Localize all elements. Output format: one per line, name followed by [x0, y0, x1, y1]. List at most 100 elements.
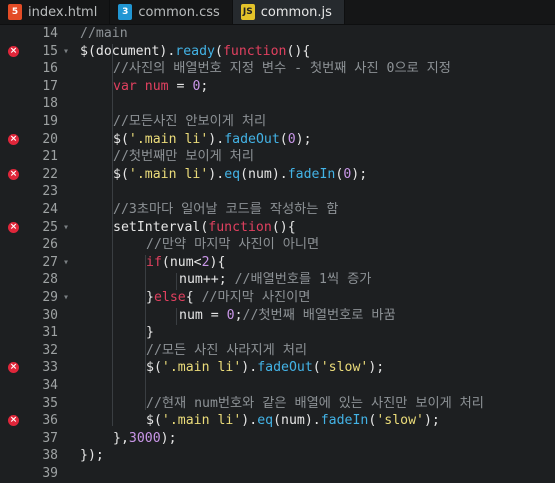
line-number: 38	[42, 448, 58, 464]
code-line[interactable]: 18	[0, 95, 555, 113]
code-token: //첫번째만 보이게 처리	[113, 149, 254, 165]
code-token: function	[222, 43, 287, 59]
code-token: //첫번째 배열번호로 바꿈	[242, 307, 396, 323]
code-token: (){	[271, 219, 296, 235]
fold-chevron-icon[interactable]: ▾	[63, 254, 69, 272]
code-token: //사진의 배열번호 지정 변수 - 첫번째 사진 0으로 지정	[113, 61, 451, 77]
code-token: {	[185, 290, 202, 305]
code-token: (num).	[273, 413, 321, 429]
code-token: ).	[208, 166, 225, 182]
code-line[interactable]: 34	[0, 377, 555, 395]
code-line[interactable]: × 25 ▾ setInterval(function(){	[0, 219, 555, 237]
code-text: $(document).ready(function(){	[80, 43, 310, 61]
fold-chevron-icon[interactable]: ▾	[63, 219, 69, 237]
tab-bar: 5 index.html 3 common.css JS common.js	[0, 0, 555, 25]
code-text: if(num<2){	[146, 254, 225, 272]
error-icon[interactable]: ×	[8, 362, 19, 374]
code-line[interactable]: 26 //만약 마지막 사진이 아니면	[0, 236, 555, 254]
code-token: $(	[146, 360, 162, 376]
code-token: (	[312, 360, 321, 376]
tab-label: common.js	[260, 4, 332, 20]
code-line[interactable]: 35 //현재 num번호와 같은 배열에 있는 사진만 보이게 처리	[0, 395, 555, 413]
line-number: 34	[42, 378, 58, 393]
code-token: $(	[113, 131, 129, 147]
tab-label: common.css	[138, 4, 220, 20]
code-token: 0	[226, 307, 235, 323]
code-token: fadeOut	[257, 360, 313, 376]
code-text: //모든사진 안보이게 처리	[113, 113, 266, 131]
tab-common-css[interactable]: 3 common.css	[110, 0, 233, 24]
code-token: //마지막 사진이면	[201, 290, 311, 305]
code-token: //만약 마지막 사진이 아니면	[146, 237, 320, 253]
code-line[interactable]: 38});	[0, 447, 555, 465]
code-text: }	[146, 324, 154, 342]
code-token: );	[423, 413, 440, 429]
code-token: (num).	[240, 166, 288, 182]
code-token: 2	[201, 254, 210, 270]
fold-chevron-icon[interactable]: ▾	[63, 43, 69, 61]
code-token: }	[146, 325, 154, 341]
code-token: setInterval(	[113, 219, 209, 235]
code-token: ){	[209, 254, 226, 270]
code-token: //3초마다 일어날 코드를 작성하는 함	[113, 202, 339, 217]
code-line[interactable]: 24 //3초마다 일어날 코드를 작성하는 함	[0, 201, 555, 219]
error-icon[interactable]: ×	[8, 45, 19, 57]
code-editor[interactable]: 14//main × 15 ▾ $(document).ready(function()…	[0, 25, 555, 481]
code-token: (	[279, 131, 288, 147]
code-line[interactable]: 23	[0, 183, 555, 201]
code-token: );	[295, 131, 312, 147]
code-line[interactable]: 30 num = 0;//첫번째 배열번호로 바꿈	[0, 307, 555, 325]
line-number: 29	[42, 290, 58, 305]
code-line[interactable]: × 33 $('.main li').fadeOut('slow');	[0, 359, 555, 377]
code-token: 'slow'	[320, 360, 369, 376]
error-icon[interactable]: ×	[8, 415, 19, 427]
code-line[interactable]: 37},3000);	[0, 430, 555, 448]
code-line[interactable]: 31}	[0, 324, 555, 342]
code-token: 0	[287, 131, 296, 147]
error-icon[interactable]: ×	[8, 168, 19, 180]
code-line[interactable]: 16 //사진의 배열번호 지정 변수 - 첫번째 사진 0으로 지정	[0, 60, 555, 78]
code-line[interactable]: 28 num++; //배열번호를 1씩 증가	[0, 271, 555, 289]
html-file-icon: 5	[8, 4, 22, 20]
code-line[interactable]: 39	[0, 465, 555, 483]
code-line[interactable]: × 36 $('.main li').eq(num).fadeIn('slow');	[0, 412, 555, 430]
code-token: });	[80, 448, 104, 464]
line-number: 33	[42, 360, 58, 376]
line-number: 18	[42, 96, 58, 112]
code-token: }	[146, 290, 154, 305]
line-number: 21	[42, 149, 58, 165]
code-text: //main	[80, 25, 128, 43]
code-text: var num = 0;	[113, 78, 208, 96]
code-line[interactable]: 21 //첫번째만 보이게 처리	[0, 148, 555, 166]
code-token: if	[146, 254, 162, 270]
line-number: 24	[42, 202, 58, 217]
fold-chevron-icon[interactable]: ▾	[63, 289, 69, 307]
line-number: 35	[42, 395, 58, 411]
code-token: =	[168, 78, 193, 94]
tab-index-html[interactable]: 5 index.html	[0, 0, 111, 24]
code-token: //현재 num번호와 같은 배열에 있는 사진만 보이게 처리	[146, 395, 484, 411]
code-line[interactable]: 27 ▾ if(num<2){	[0, 254, 555, 272]
error-icon[interactable]: ×	[8, 133, 19, 145]
code-token: eq	[224, 166, 241, 182]
code-text: num = 0;//첫번째 배열번호로 바꿈	[179, 307, 396, 325]
code-token: '.main li'	[161, 360, 242, 376]
code-line[interactable]: × 20 $('.main li').fadeOut(0);	[0, 131, 555, 149]
tab-common-js[interactable]: JS common.js	[232, 0, 345, 24]
code-line[interactable]: × 22 $('.main li').eq(num).fadeIn(0);	[0, 166, 555, 184]
code-text: },3000);	[113, 430, 177, 448]
code-line[interactable]: 19 //모든사진 안보이게 처리	[0, 113, 555, 131]
code-line[interactable]: × 15 ▾ $(document).ready(function(){	[0, 43, 555, 61]
code-text: //첫번째만 보이게 처리	[113, 148, 254, 166]
code-token: fadeIn	[287, 166, 336, 182]
code-line[interactable]: 14 //main	[0, 25, 555, 43]
code-text: });	[80, 447, 104, 465]
line-number: 31	[42, 325, 58, 341]
line-number: 39	[42, 466, 58, 481]
error-icon[interactable]: ×	[8, 221, 19, 233]
code-token: function	[208, 219, 272, 235]
code-line[interactable]: 29 ▾}else{ //마지막 사진이면	[0, 289, 555, 307]
code-line[interactable]: 17 var num = 0;	[0, 78, 555, 96]
code-line[interactable]: 32 //모든 사진 사라지게 처리	[0, 342, 555, 360]
line-number: 32	[42, 342, 58, 358]
